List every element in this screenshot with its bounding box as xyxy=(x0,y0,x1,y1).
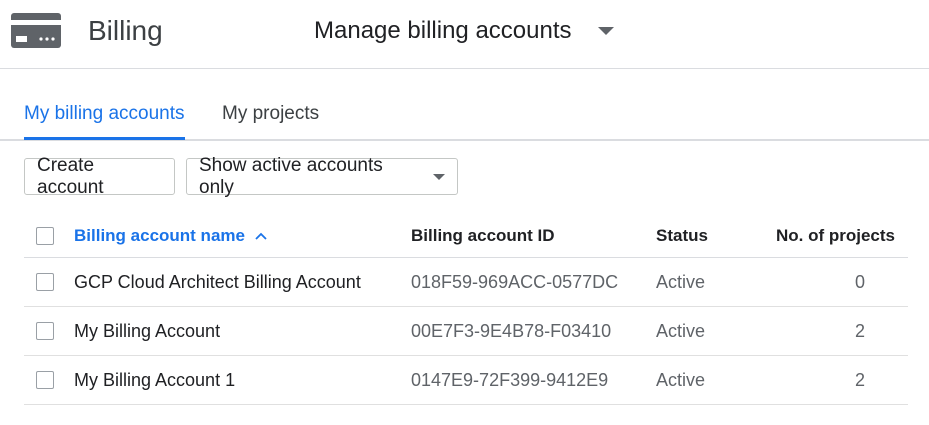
select-all-cell xyxy=(36,215,54,257)
row-checkbox[interactable] xyxy=(36,273,54,291)
account-id: 00E7F3-9E4B78-F03410 xyxy=(411,320,612,341)
account-name[interactable]: My Billing Account 1 xyxy=(74,356,235,404)
tab-bar: My billing accounts My projects xyxy=(0,69,929,141)
account-name[interactable]: My Billing Account xyxy=(74,307,220,355)
table-header-row: Billing account name Billing account ID … xyxy=(24,215,908,258)
create-account-label: Create account xyxy=(37,154,104,198)
column-header-id: Billing account ID xyxy=(411,226,555,245)
account-status: Active xyxy=(656,320,706,341)
active-accounts-filter-dropdown[interactable]: Show active accounts only xyxy=(186,155,458,198)
row-select-cell xyxy=(36,356,54,404)
project-count: 2 xyxy=(854,369,865,390)
row-checkbox[interactable] xyxy=(36,371,54,389)
account-status: Active xyxy=(656,271,706,292)
select-all-checkbox[interactable] xyxy=(36,227,54,245)
tab-my-projects[interactable]: My projects xyxy=(222,103,319,125)
caret-down-icon xyxy=(433,173,445,180)
table-row: GCP Cloud Architect Billing Account 018F… xyxy=(24,258,908,307)
column-header-name-label: Billing account name xyxy=(74,226,245,245)
row-select-cell xyxy=(36,258,54,306)
sort-ascending-icon xyxy=(255,232,267,240)
active-tab-indicator xyxy=(24,137,185,140)
account-id: 018F59-969ACC-0577DC xyxy=(411,271,619,292)
account-status: Active xyxy=(656,369,706,390)
app-title: Billing xyxy=(88,15,163,46)
column-header-projects: No. of projects xyxy=(775,226,895,245)
row-checkbox[interactable] xyxy=(36,322,54,340)
filter-label: Show active accounts only xyxy=(199,154,383,198)
caret-down-icon xyxy=(597,27,614,35)
account-name[interactable]: GCP Cloud Architect Billing Account xyxy=(74,258,361,306)
column-header-name[interactable]: Billing account name xyxy=(74,215,267,257)
table-row: My Billing Account 1 0147E9-72F399-9412E… xyxy=(24,356,908,405)
column-header-status: Status xyxy=(656,226,708,245)
project-count: 2 xyxy=(854,320,865,341)
project-count: 0 xyxy=(854,271,865,292)
account-id: 0147E9-72F399-9412E9 xyxy=(411,369,609,390)
row-select-cell xyxy=(36,307,54,355)
tab-my-billing-accounts[interactable]: My billing accounts xyxy=(24,103,185,125)
app-header: Billing Manage billing accounts xyxy=(0,0,929,69)
billing-account-picker[interactable]: Manage billing accounts xyxy=(314,14,614,48)
billing-accounts-table: Billing account name Billing account ID … xyxy=(24,215,908,405)
create-account-button[interactable]: Create account xyxy=(24,155,175,198)
billing-card-icon xyxy=(11,13,61,48)
account-picker-label: Manage billing accounts xyxy=(314,17,572,44)
table-row: My Billing Account 00E7F3-9E4B78-F03410 … xyxy=(24,307,908,356)
